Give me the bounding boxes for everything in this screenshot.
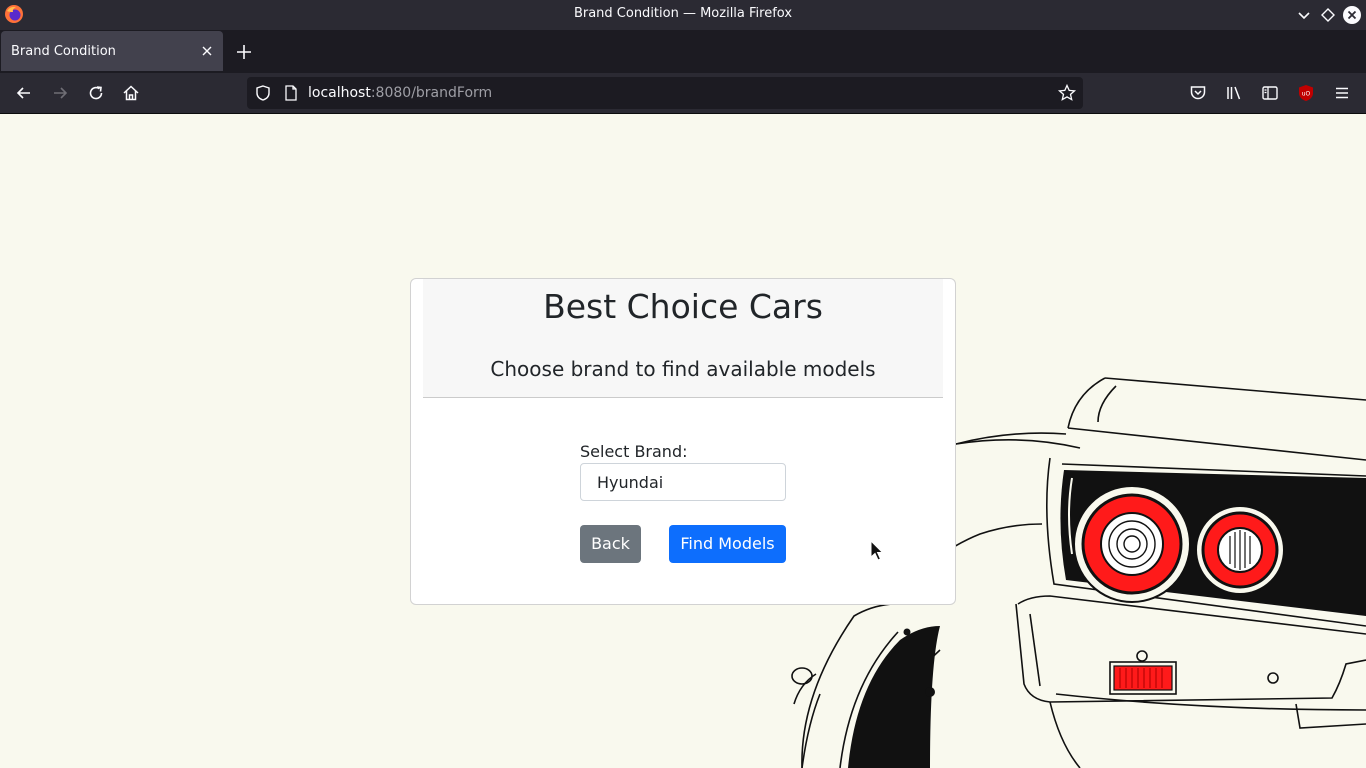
navigation-toolbar: localhost:8080/brandForm uO <box>0 73 1366 114</box>
url-path: :8080/brandForm <box>370 85 493 101</box>
minimize-button[interactable] <box>1294 5 1314 25</box>
left-taillight <box>1073 485 1191 603</box>
page-icon[interactable] <box>282 84 300 102</box>
menu-icon[interactable] <box>1332 83 1352 103</box>
mouse-cursor-icon <box>870 540 884 561</box>
pocket-icon[interactable] <box>1188 83 1208 103</box>
back-button[interactable]: Back <box>580 525 641 563</box>
forward-icon[interactable] <box>50 83 70 103</box>
brand-input[interactable] <box>580 463 786 501</box>
home-icon[interactable] <box>121 83 141 103</box>
bumper-reflector <box>1109 661 1177 695</box>
close-tab-icon[interactable] <box>199 43 215 59</box>
brand-select-label: Select Brand: <box>580 442 688 461</box>
find-models-button[interactable]: Find Models <box>669 525 786 563</box>
right-taillight <box>1195 505 1285 595</box>
page-content: Best Choice Cars Choose brand to find av… <box>0 114 1366 768</box>
tab-strip: Brand Condition <box>0 30 1366 73</box>
sidebar-icon[interactable] <box>1260 83 1280 103</box>
page-subtitle: Choose brand to find available models <box>490 357 876 381</box>
maximize-button[interactable] <box>1318 5 1338 25</box>
card-header: Best Choice Cars Choose brand to find av… <box>423 279 943 398</box>
url-text[interactable]: localhost:8080/brandForm <box>308 85 492 101</box>
ublock-icon[interactable]: uO <box>1296 83 1316 103</box>
page-title: Best Choice Cars <box>543 287 823 326</box>
reload-icon[interactable] <box>86 83 106 103</box>
url-bar[interactable]: localhost:8080/brandForm <box>247 77 1083 109</box>
url-host: localhost <box>308 85 371 101</box>
tab-label: Brand Condition <box>11 44 116 59</box>
close-window-button[interactable] <box>1342 5 1362 25</box>
svg-text:uO: uO <box>1302 91 1311 98</box>
library-icon[interactable] <box>1224 83 1244 103</box>
new-tab-icon[interactable] <box>234 42 254 62</box>
window-titlebar: Brand Condition — Mozilla Firefox <box>0 0 1366 30</box>
back-icon[interactable] <box>14 83 34 103</box>
shield-icon[interactable] <box>254 84 272 102</box>
bookmark-star-icon[interactable] <box>1057 83 1077 103</box>
tab-brand-condition[interactable]: Brand Condition <box>1 31 223 71</box>
window-title: Brand Condition — Mozilla Firefox <box>573 6 793 21</box>
